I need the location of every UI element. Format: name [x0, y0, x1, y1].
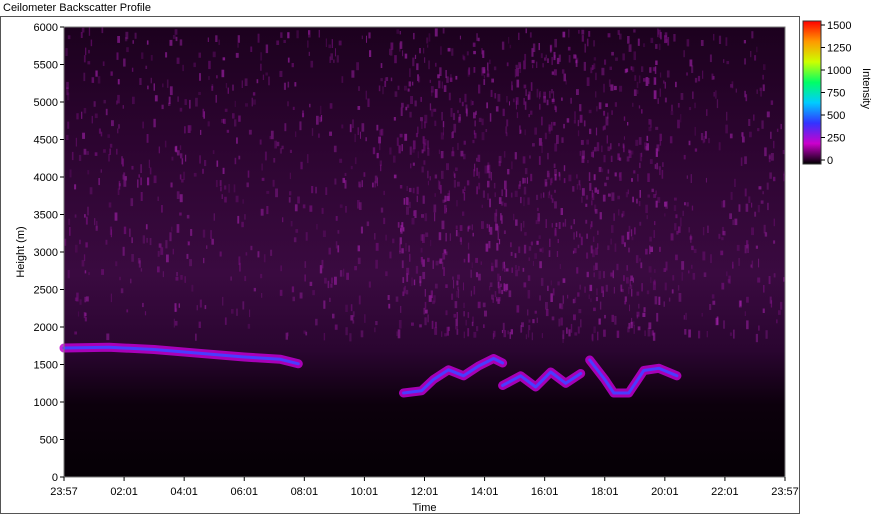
y-tick-label: 5000 — [34, 97, 58, 109]
plot-area — [59, 27, 786, 477]
chart-window: Ceilometer Backscatter Profile 23:57 02:0… — [0, 0, 876, 517]
x-tick-label: 14:01 — [471, 486, 499, 498]
colorbar-tick-label: 0 — [827, 155, 833, 167]
x-tick-label: 08:01 — [291, 486, 319, 498]
colorbar-tick-label: 1500 — [827, 20, 851, 32]
colorbar-tick-label: 1000 — [827, 65, 851, 77]
y-tick-label: 0 — [52, 472, 58, 484]
y-tick-label: 4000 — [34, 172, 58, 184]
y-tick-label: 3500 — [34, 210, 58, 222]
colorbar: 0 250 500 750 1000 1250 1500 Intensity — [802, 20, 872, 167]
backscatter-chart: 23:57 02:01 04:01 06:01 08:01 10:01 12:01 14:01… — [15, 20, 872, 514]
y-tick-label: 500 — [40, 435, 58, 447]
x-tick-label: 23:57 — [50, 486, 78, 498]
y-tick-label: 1500 — [34, 360, 58, 372]
x-tick-label: 22:01 — [711, 486, 739, 498]
y-tick-label: 2000 — [34, 322, 58, 334]
colorbar-label: Intensity — [860, 68, 872, 109]
x-tick-label: 06:01 — [230, 486, 258, 498]
y-tick-label: 2500 — [34, 285, 58, 297]
x-tick-label: 20:01 — [651, 486, 679, 498]
colorbar-tick-label: 250 — [827, 133, 845, 145]
colorbar-tick-label: 750 — [827, 88, 845, 100]
x-tick-label: 23:57 — [771, 486, 799, 498]
x-tick-label: 18:01 — [591, 486, 619, 498]
y-tick-label: 5500 — [34, 60, 58, 72]
x-tick-label: 12:01 — [411, 486, 439, 498]
y-tick-label: 3000 — [34, 247, 58, 259]
colorbar-tick-label: 1250 — [827, 43, 851, 55]
x-axis-label: Time — [412, 502, 436, 514]
colorbar-tick-label: 500 — [827, 110, 845, 122]
x-tick-label: 16:01 — [531, 486, 559, 498]
x-tick-label: 10:01 — [351, 486, 379, 498]
y-tick-label: 1000 — [34, 397, 58, 409]
x-tick-label: 02:01 — [110, 486, 138, 498]
y-tick-label: 6000 — [34, 22, 58, 34]
y-tick-label: 4500 — [34, 135, 58, 147]
y-axis-label: Height (m) — [15, 226, 27, 277]
colorbar-scale — [802, 20, 822, 165]
x-tick-label: 04:01 — [170, 486, 198, 498]
